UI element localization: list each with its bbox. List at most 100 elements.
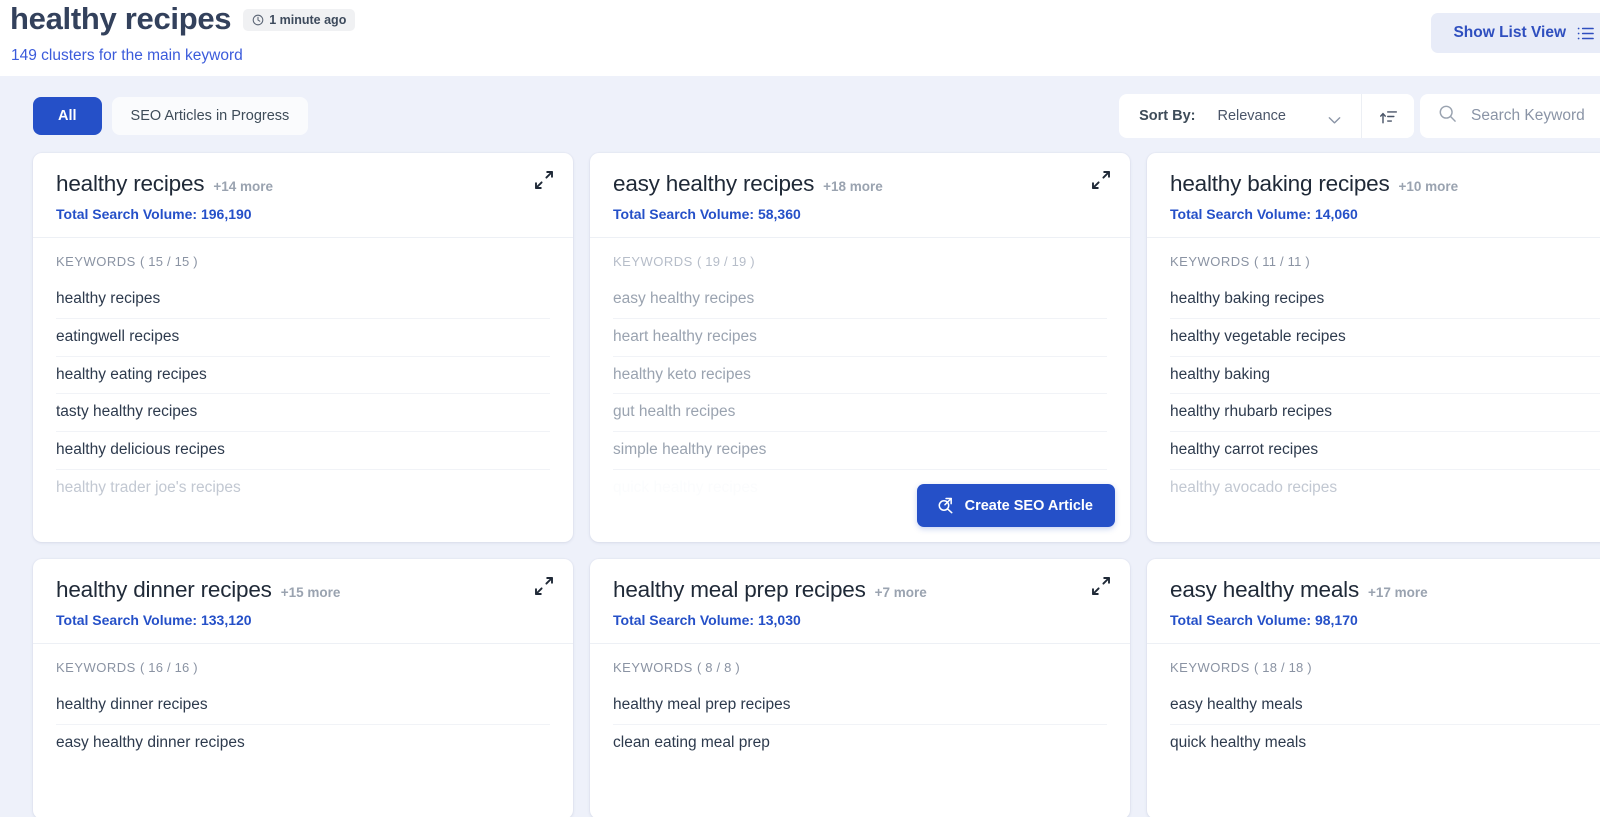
keyword-item[interactable]: healthy keto recipes: [613, 357, 1107, 395]
keyword-item[interactable]: healthy recipes: [56, 281, 550, 319]
timestamp-badge: 1 minute ago: [243, 9, 355, 31]
keyword-item[interactable]: healthy rhubarb recipes: [1170, 394, 1600, 432]
clock-icon: [252, 14, 264, 26]
card-header: healthy recipes +14 more Total Search Vo…: [33, 153, 573, 237]
keyword-item[interactable]: healthy carrot recipes: [1170, 432, 1600, 470]
card-title: healthy baking recipes: [1170, 171, 1390, 197]
filter-chip-group: All SEO Articles in Progress: [33, 97, 308, 135]
cluster-card[interactable]: easy healthy recipes +18 more Total Sear…: [590, 153, 1130, 542]
keyword-item[interactable]: easy healthy meals: [1170, 687, 1600, 725]
cluster-card[interactable]: healthy recipes +14 more Total Search Vo…: [33, 153, 573, 542]
card-search-volume: Total Search Volume: 58,360: [613, 206, 1108, 222]
keyword-item[interactable]: clean eating meal prep: [613, 725, 1107, 762]
cluster-card[interactable]: easy healthy meals +17 more Total Search…: [1147, 559, 1600, 817]
chevron-down-icon[interactable]: [1328, 112, 1341, 121]
keyword-item[interactable]: simple healthy recipes: [613, 432, 1107, 470]
seo-search-trend-icon: [937, 497, 954, 514]
sort-direction-button[interactable]: [1362, 94, 1414, 138]
expand-icon[interactable]: [1090, 576, 1112, 598]
keywords-header: KEYWORDS ( 8 / 8 ): [613, 660, 1107, 675]
keywords-header: KEYWORDS ( 15 / 15 ): [56, 254, 550, 269]
cluster-card[interactable]: healthy meal prep recipes +7 more Total …: [590, 559, 1130, 817]
search-input[interactable]: [1471, 107, 1600, 125]
keyword-section: KEYWORDS ( 18 / 18 ) easy healthy meals …: [1147, 644, 1600, 817]
card-search-volume: Total Search Volume: 196,190: [56, 206, 551, 222]
keywords-header: KEYWORDS ( 16 / 16 ): [56, 660, 550, 675]
card-more-count: +18 more: [823, 179, 883, 194]
card-title-row: healthy meal prep recipes +7 more: [613, 577, 1108, 603]
keyword-item[interactable]: healthy meal prep recipes: [613, 687, 1107, 725]
keyword-item[interactable]: quick healthy meals: [1170, 725, 1600, 762]
list-view-icon: [1577, 26, 1594, 41]
create-seo-article-button[interactable]: Create SEO Article: [917, 484, 1115, 527]
card-title-row: easy healthy meals +17 more: [1170, 577, 1600, 603]
card-title: healthy meal prep recipes: [613, 577, 866, 603]
keywords-label: KEYWORDS: [1170, 660, 1250, 675]
show-list-view-button[interactable]: Show List View: [1431, 13, 1600, 53]
card-more-count: +15 more: [281, 585, 341, 600]
filter-chip-seo-articles-in-progress[interactable]: SEO Articles in Progress: [112, 97, 309, 135]
keyword-section: KEYWORDS ( 15 / 15 ) healthy recipes eat…: [33, 238, 573, 542]
keyword-item[interactable]: heart healthy recipes: [613, 319, 1107, 357]
filter-chip-all[interactable]: All: [33, 97, 102, 135]
show-list-view-label: Show List View: [1453, 24, 1566, 42]
filter-toolbar: All SEO Articles in Progress Sort By: Re…: [0, 78, 1600, 154]
keyword-item[interactable]: healthy dinner recipes: [56, 687, 550, 725]
timestamp-label: 1 minute ago: [269, 13, 346, 27]
keyword-section: KEYWORDS ( 8 / 8 ) healthy meal prep rec…: [590, 644, 1130, 817]
card-more-count: +14 more: [213, 179, 273, 194]
page-title: healthy recipes: [10, 0, 231, 38]
keyword-item[interactable]: easy healthy dinner recipes: [56, 725, 550, 762]
sort-and-search-group: Sort By: Relevance: [1119, 94, 1600, 138]
header-text-block: healthy recipes 1 minute ago 149 cluster…: [10, 0, 355, 65]
keyword-section: KEYWORDS ( 11 / 11 ) healthy baking reci…: [1147, 238, 1600, 542]
cluster-card[interactable]: healthy baking recipes +10 more Total Se…: [1147, 153, 1600, 542]
keyword-item[interactable]: healthy baking: [1170, 357, 1600, 395]
card-header: easy healthy recipes +18 more Total Sear…: [590, 153, 1130, 237]
keyword-item[interactable]: eatingwell recipes: [56, 319, 550, 357]
card-header: healthy dinner recipes +15 more Total Se…: [33, 559, 573, 643]
keywords-label: KEYWORDS: [56, 660, 136, 675]
sort-control: Sort By: Relevance: [1119, 94, 1414, 138]
card-title: easy healthy recipes: [613, 171, 814, 197]
sort-by-value[interactable]: Relevance: [1217, 108, 1328, 124]
keyword-item[interactable]: healthy trader joe's recipes: [56, 470, 550, 507]
keywords-count: ( 11 / 11 ): [1254, 254, 1310, 269]
keyword-item[interactable]: gut health recipes: [613, 394, 1107, 432]
title-row: healthy recipes 1 minute ago: [10, 0, 355, 38]
keyword-item[interactable]: easy healthy recipes: [613, 281, 1107, 319]
keyword-item[interactable]: tasty healthy recipes: [56, 394, 550, 432]
card-more-count: +7 more: [875, 585, 927, 600]
card-title: easy healthy meals: [1170, 577, 1359, 603]
card-search-volume: Total Search Volume: 133,120: [56, 612, 551, 628]
card-header: easy healthy meals +17 more Total Search…: [1147, 559, 1600, 643]
card-search-volume: Total Search Volume: 14,060: [1170, 206, 1600, 222]
create-seo-article-label: Create SEO Article: [965, 498, 1093, 514]
card-more-count: +10 more: [1399, 179, 1459, 194]
cluster-card-grid: healthy recipes +14 more Total Search Vo…: [0, 153, 1600, 817]
card-title: healthy dinner recipes: [56, 577, 272, 603]
card-title-row: healthy baking recipes +10 more: [1170, 171, 1600, 197]
keywords-count: ( 15 / 15 ): [140, 254, 198, 269]
expand-icon[interactable]: [533, 170, 555, 192]
keyword-item[interactable]: healthy vegetable recipes: [1170, 319, 1600, 357]
keywords-count: ( 18 / 18 ): [1254, 660, 1312, 675]
keyword-item[interactable]: healthy baking recipes: [1170, 281, 1600, 319]
card-header: healthy meal prep recipes +7 more Total …: [590, 559, 1130, 643]
card-more-count: +17 more: [1368, 585, 1428, 600]
card-search-volume: Total Search Volume: 98,170: [1170, 612, 1600, 628]
card-header: healthy baking recipes +10 more Total Se…: [1147, 153, 1600, 237]
search-control[interactable]: [1420, 94, 1600, 138]
expand-icon[interactable]: [533, 576, 555, 598]
sort-by-label: Sort By:: [1119, 108, 1217, 124]
keyword-item[interactable]: healthy eating recipes: [56, 357, 550, 395]
page-header: healthy recipes 1 minute ago 149 cluster…: [0, 0, 1600, 76]
expand-icon[interactable]: [1090, 170, 1112, 192]
keywords-label: KEYWORDS: [1170, 254, 1250, 269]
keyword-item[interactable]: healthy avocado recipes: [1170, 470, 1600, 507]
keyword-item[interactable]: healthy delicious recipes: [56, 432, 550, 470]
cluster-subtitle: 149 clusters for the main keyword: [11, 47, 355, 65]
cluster-card[interactable]: healthy dinner recipes +15 more Total Se…: [33, 559, 573, 817]
search-icon: [1438, 104, 1457, 128]
keywords-count: ( 16 / 16 ): [140, 660, 198, 675]
